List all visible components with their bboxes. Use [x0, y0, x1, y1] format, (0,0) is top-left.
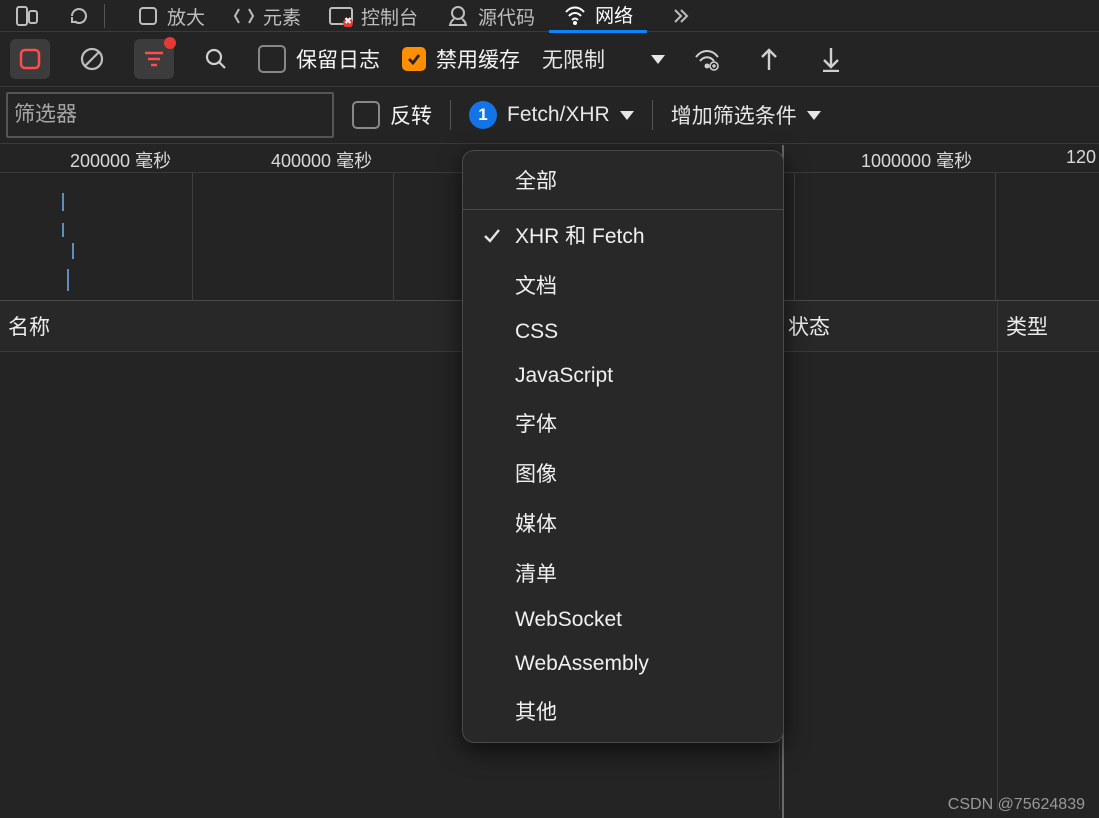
dropdown-item[interactable]: JavaScript	[463, 354, 783, 398]
col-type[interactable]: 类型	[998, 301, 1099, 351]
dropdown-label: JavaScript	[515, 364, 613, 388]
tab-elements2[interactable]: 元素	[219, 1, 315, 31]
dropdown-item[interactable]: CSS	[463, 310, 783, 354]
panel-tabbar: 放大 元素 控制台 源代码 网络	[0, 0, 1099, 32]
invert-row[interactable]: 反转	[352, 100, 432, 130]
chevron-down-icon	[620, 111, 634, 120]
preserve-log-label: 保留日志	[296, 44, 380, 74]
tab-label: 元素	[263, 3, 301, 30]
dropdown-label: 媒体	[515, 508, 557, 538]
overview-gridline	[393, 173, 394, 301]
overview-gridline	[794, 173, 795, 301]
separator	[104, 4, 105, 28]
tab-label: 放大	[167, 3, 205, 30]
overview-gridline	[192, 173, 193, 301]
overview-tick: 1000000 毫秒	[861, 147, 972, 173]
tab-console[interactable]: 控制台	[315, 1, 432, 31]
tab-label: 控制台	[361, 3, 418, 30]
dropdown-item[interactable]: 其他	[463, 686, 783, 736]
request-marker	[67, 269, 69, 291]
dropdown-label: 其他	[515, 696, 557, 726]
request-type-dropdown: 全部 XHR 和 Fetch 文档 CSS JavaScript 字体图像媒体清单 Web…	[462, 150, 784, 743]
disable-cache-row[interactable]: 禁用缓存	[402, 44, 520, 74]
record-button[interactable]	[10, 39, 50, 79]
dropdown-item[interactable]: 媒体	[463, 498, 783, 548]
dropdown-label: CSS	[515, 320, 558, 344]
dropdown-item[interactable]: WebAssembly	[463, 642, 783, 686]
chevron-down-icon	[651, 55, 665, 64]
invert-checkbox[interactable]	[352, 101, 380, 129]
filter-count-badge: 1	[469, 101, 497, 129]
tab-sources[interactable]: 源代码	[432, 1, 549, 31]
more-filters[interactable]: 增加筛选条件	[671, 100, 821, 130]
disable-cache-label: 禁用缓存	[436, 44, 520, 74]
tab-label: 源代码	[478, 3, 535, 30]
dropdown-item[interactable]: 图像	[463, 448, 783, 498]
tab-network[interactable]: 网络	[549, 0, 647, 33]
dropdown-label: 字体	[515, 408, 557, 438]
throttling-value: 无限制	[542, 44, 605, 74]
separator	[450, 100, 451, 130]
dropdown-label: 清单	[515, 558, 557, 588]
invert-label: 反转	[390, 100, 432, 130]
col-status[interactable]: 状态	[780, 301, 998, 351]
refresh-icon[interactable]	[68, 5, 90, 27]
dropdown-label: WebAssembly	[515, 652, 649, 676]
dropdown-label: 文档	[515, 270, 557, 300]
download-har-button[interactable]	[811, 39, 851, 79]
disable-cache-checkbox[interactable]	[402, 47, 426, 71]
request-marker	[62, 193, 64, 211]
dropdown-item[interactable]: XHR 和 Fetch	[463, 210, 783, 260]
request-type-filter[interactable]: 1 Fetch/XHR	[469, 101, 634, 129]
request-marker	[62, 223, 64, 237]
request-marker	[72, 243, 74, 259]
more-tabs-icon[interactable]	[671, 6, 691, 26]
dropdown-label: WebSocket	[515, 608, 622, 632]
dropdown-label: XHR 和 Fetch	[515, 220, 645, 250]
clear-button[interactable]	[72, 39, 112, 79]
dropdown-label: 全部	[515, 165, 557, 195]
preserve-log-checkbox[interactable]	[258, 45, 286, 73]
filter-type-label: Fetch/XHR	[507, 103, 610, 127]
chevron-down-icon	[807, 111, 821, 120]
overview-tick: 200000 毫秒	[70, 147, 171, 173]
watermark: CSDN @75624839	[948, 796, 1085, 814]
upload-har-button[interactable]	[749, 39, 789, 79]
tab-label: 网络	[595, 1, 633, 28]
preserve-log-row[interactable]: 保留日志	[258, 44, 380, 74]
network-toolbar: 保留日志 禁用缓存 无限制	[0, 32, 1099, 87]
more-filters-label: 增加筛选条件	[671, 100, 797, 130]
filter-bar: 反转 1 Fetch/XHR 增加筛选条件	[0, 87, 1099, 144]
overview-tick: 400000 毫秒	[271, 147, 372, 173]
overview-gridline	[995, 173, 996, 301]
filter-panel-button[interactable]	[134, 39, 174, 79]
dropdown-item[interactable]: 清单	[463, 548, 783, 598]
dropdown-item[interactable]: WebSocket	[463, 598, 783, 642]
dropdown-item[interactable]: 文档	[463, 260, 783, 310]
search-button[interactable]	[196, 39, 236, 79]
device-toolbar-icon[interactable]	[14, 6, 40, 26]
check-icon	[481, 225, 503, 245]
dropdown-item[interactable]: 字体	[463, 398, 783, 448]
dropdown-label: 图像	[515, 458, 557, 488]
throttling-select[interactable]: 无限制	[542, 44, 665, 74]
overview-tick: 120	[1066, 147, 1096, 168]
network-conditions-button[interactable]	[687, 39, 727, 79]
dropdown-item-all[interactable]: 全部	[463, 151, 783, 210]
tab-elements[interactable]: 放大	[123, 1, 219, 31]
separator	[652, 100, 653, 130]
filter-input[interactable]	[6, 92, 334, 138]
